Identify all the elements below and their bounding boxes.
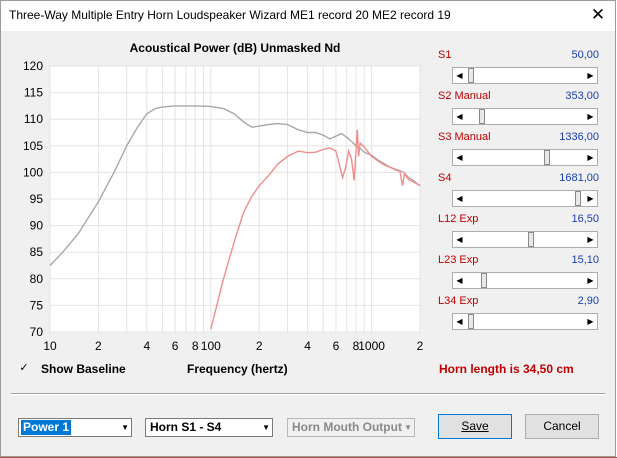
chart-title: Acoustical Power (dB) Unmasked Nd: [130, 41, 341, 55]
x-tick-label: 6: [333, 339, 340, 353]
separator: [11, 393, 605, 395]
y-tick-label: 110: [24, 112, 43, 126]
save-button-label: Save: [461, 419, 489, 433]
slider-s1-value: 50,00: [571, 49, 599, 61]
right-arrow-icon[interactable]: ▶: [584, 109, 597, 124]
slider-s4-value: 1681,00: [559, 172, 599, 184]
x-tick-label: 4: [143, 339, 150, 353]
slider-s1-thumb[interactable]: [468, 68, 475, 83]
y-tick-label: 100: [23, 165, 43, 179]
x-tick-label: 2: [256, 339, 263, 353]
horn-mouth-output-value: Horn Mouth Output: [292, 420, 402, 434]
x-tick-label: 2: [417, 339, 424, 353]
slider-l23-value: 15,10: [571, 254, 599, 266]
slider-s2-value: 353,00: [565, 90, 599, 102]
right-arrow-icon[interactable]: ▶: [584, 232, 597, 247]
y-tick-label: 120: [23, 59, 43, 73]
slider-s3-thumb[interactable]: [544, 150, 551, 165]
left-arrow-icon[interactable]: ◀: [453, 232, 466, 247]
power-select-value: Power 1: [21, 420, 72, 435]
slider-l34-label: L34 Exp: [438, 295, 479, 307]
slider-l12-value: 16,50: [571, 213, 599, 225]
right-arrow-icon[interactable]: ▶: [584, 191, 597, 206]
dropdown-arrow-icon: ▼: [404, 423, 412, 432]
slider-l23[interactable]: ◀ ▶: [452, 272, 598, 289]
dropdown-arrow-icon[interactable]: ▼: [262, 422, 270, 434]
slider-s4[interactable]: ◀ ▶: [452, 190, 598, 207]
left-arrow-icon[interactable]: ◀: [453, 109, 466, 124]
slider-s3[interactable]: ◀ ▶: [452, 149, 598, 166]
y-tick-label: 80: [30, 272, 44, 286]
window-title: Three-Way Multiple Entry Horn Loudspeake…: [9, 8, 451, 22]
x-tick-label: 100: [201, 339, 221, 353]
horn-length-text: Horn length is 34,50 cm: [439, 362, 574, 376]
y-tick-label: 105: [23, 139, 43, 153]
right-arrow-icon[interactable]: ▶: [584, 150, 597, 165]
horn-select[interactable]: Horn S1 - S4 ▼: [145, 418, 273, 437]
show-baseline-label[interactable]: Show Baseline: [41, 362, 126, 376]
slider-s3-value: 1336,00: [559, 131, 599, 143]
slider-l12-thumb[interactable]: [527, 232, 534, 247]
dropdown-arrow-icon[interactable]: ▼: [121, 422, 129, 434]
close-icon[interactable]: ✕: [587, 5, 609, 25]
y-tick-label: 90: [30, 219, 44, 233]
left-arrow-icon[interactable]: ◀: [453, 68, 466, 83]
slider-s4-label: S4: [438, 172, 452, 184]
show-baseline-checkbox[interactable]: ✓: [18, 362, 30, 374]
right-arrow-icon[interactable]: ▶: [584, 314, 597, 329]
wizard-window: Three-Way Multiple Entry Horn Loudspeake…: [0, 0, 616, 457]
save-button[interactable]: Save: [438, 414, 512, 439]
slider-s2[interactable]: ◀ ▶: [452, 108, 598, 125]
acoustical-power-chart: Acoustical Power (dB) Unmasked Nd 70 75 80 8…: [23, 41, 424, 353]
slider-s4-thumb[interactable]: [574, 191, 581, 206]
right-arrow-icon[interactable]: ▶: [584, 273, 597, 288]
title-bar: Three-Way Multiple Entry Horn Loudspeake…: [1, 1, 615, 31]
x-tick-label: 8: [192, 339, 199, 353]
horn-select-value: Horn S1 - S4: [150, 420, 222, 434]
y-tick-label: 75: [30, 298, 44, 312]
frequency-label: Frequency (hertz): [187, 362, 288, 376]
slider-l12[interactable]: ◀ ▶: [452, 231, 598, 248]
horn-mouth-output-select: Horn Mouth Output ▼: [287, 418, 415, 437]
slider-s1-label: S1: [438, 49, 452, 61]
slider-l23-thumb[interactable]: [480, 273, 487, 288]
x-tick-label: 4: [304, 339, 311, 353]
left-arrow-icon[interactable]: ◀: [453, 314, 466, 329]
slider-s3-label: S3 Manual: [438, 131, 491, 143]
y-tick-label: 95: [30, 192, 44, 206]
left-arrow-icon[interactable]: ◀: [453, 150, 466, 165]
y-tick-label: 70: [30, 325, 44, 339]
y-tick-label: 85: [30, 245, 44, 259]
slider-l12-label: L12 Exp: [438, 213, 479, 225]
slider-l34-value: 2,90: [577, 295, 599, 307]
x-tick-label: 2: [95, 339, 102, 353]
left-arrow-icon[interactable]: ◀: [453, 191, 466, 206]
slider-l23-label: L23 Exp: [438, 254, 479, 266]
x-tick-label: 6: [172, 339, 179, 353]
y-tick-label: 115: [24, 86, 43, 100]
power-select[interactable]: Power 1 ▼: [18, 418, 132, 437]
right-arrow-icon[interactable]: ▶: [584, 68, 597, 83]
slider-s2-label: S2 Manual: [438, 90, 491, 102]
slider-l34[interactable]: ◀ ▶: [452, 313, 598, 330]
cancel-button[interactable]: Cancel: [525, 414, 599, 439]
left-arrow-icon[interactable]: ◀: [453, 273, 466, 288]
x-tick-label: 1000: [358, 339, 385, 353]
slider-s2-thumb[interactable]: [479, 109, 486, 124]
slider-l34-thumb[interactable]: [468, 314, 475, 329]
x-tick-label: 10: [43, 339, 57, 353]
slider-s1[interactable]: ◀ ▶: [452, 67, 598, 84]
